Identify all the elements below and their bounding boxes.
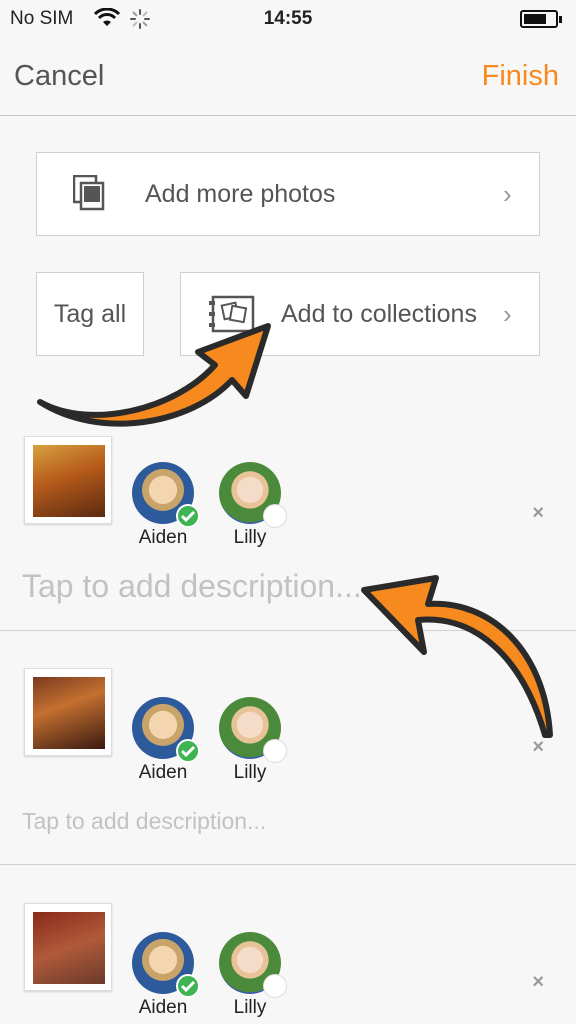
remove-icon[interactable]: × xyxy=(532,736,544,759)
remove-icon[interactable]: × xyxy=(532,502,544,525)
tag-all-button[interactable]: Tag all xyxy=(36,272,144,356)
person-name: Aiden xyxy=(138,762,188,783)
add-more-photos-label: Add more photos xyxy=(145,180,336,208)
unselected-circle-icon xyxy=(263,739,287,763)
unselected-circle-icon xyxy=(263,504,287,528)
photo-item: Aiden Lilly × Tap to add description... xyxy=(0,660,576,860)
chevron-right-icon: › xyxy=(503,179,512,209)
person-tag-lilly[interactable]: Lilly xyxy=(215,932,287,1019)
status-bar: No SIM 14:55 xyxy=(0,0,576,38)
add-to-collections-button[interactable]: Add to collections › xyxy=(180,272,540,356)
avatar xyxy=(219,697,287,763)
person-name: Lilly xyxy=(233,527,267,548)
photos-stack-icon xyxy=(73,175,105,211)
battery-icon xyxy=(520,10,562,28)
photo-item: Aiden Lilly × xyxy=(0,895,576,1024)
person-name: Aiden xyxy=(138,527,188,548)
avatar xyxy=(219,932,287,998)
divider xyxy=(0,630,576,631)
description-field[interactable]: Tap to add description... xyxy=(22,568,362,605)
person-name: Lilly xyxy=(233,997,267,1018)
avatar xyxy=(219,462,287,528)
chevron-right-icon: › xyxy=(503,299,512,329)
person-tag-lilly[interactable]: Lilly xyxy=(215,462,287,549)
person-tag-aiden[interactable]: Aiden xyxy=(128,697,200,784)
divider xyxy=(0,864,576,865)
checkmark-icon xyxy=(176,504,200,528)
photo-item: Aiden Lilly × Tap to add description... xyxy=(0,430,576,630)
remove-icon[interactable]: × xyxy=(532,971,544,994)
description-field[interactable]: Tap to add description... xyxy=(22,808,266,835)
person-name: Lilly xyxy=(233,762,267,783)
checkmark-icon xyxy=(176,974,200,998)
tag-all-label: Tag all xyxy=(53,300,127,328)
add-more-photos-button[interactable]: Add more photos › xyxy=(36,152,540,236)
add-to-collections-label: Add to collections xyxy=(281,300,477,328)
photo-thumbnail[interactable] xyxy=(24,903,112,991)
cancel-button[interactable]: Cancel xyxy=(14,60,104,93)
person-tag-lilly[interactable]: Lilly xyxy=(215,697,287,784)
person-tag-aiden[interactable]: Aiden xyxy=(128,462,200,549)
finish-button[interactable]: Finish xyxy=(482,60,559,93)
collection-album-icon xyxy=(209,295,255,333)
avatar xyxy=(132,932,200,998)
person-name: Aiden xyxy=(138,997,188,1018)
avatar xyxy=(132,462,200,528)
avatar xyxy=(132,697,200,763)
clock: 14:55 xyxy=(263,8,313,29)
checkmark-icon xyxy=(176,739,200,763)
person-tag-aiden[interactable]: Aiden xyxy=(128,932,200,1019)
photo-thumbnail[interactable] xyxy=(24,668,112,756)
navigation-bar: Cancel Finish xyxy=(0,38,576,116)
unselected-circle-icon xyxy=(263,974,287,998)
photo-thumbnail[interactable] xyxy=(24,436,112,524)
